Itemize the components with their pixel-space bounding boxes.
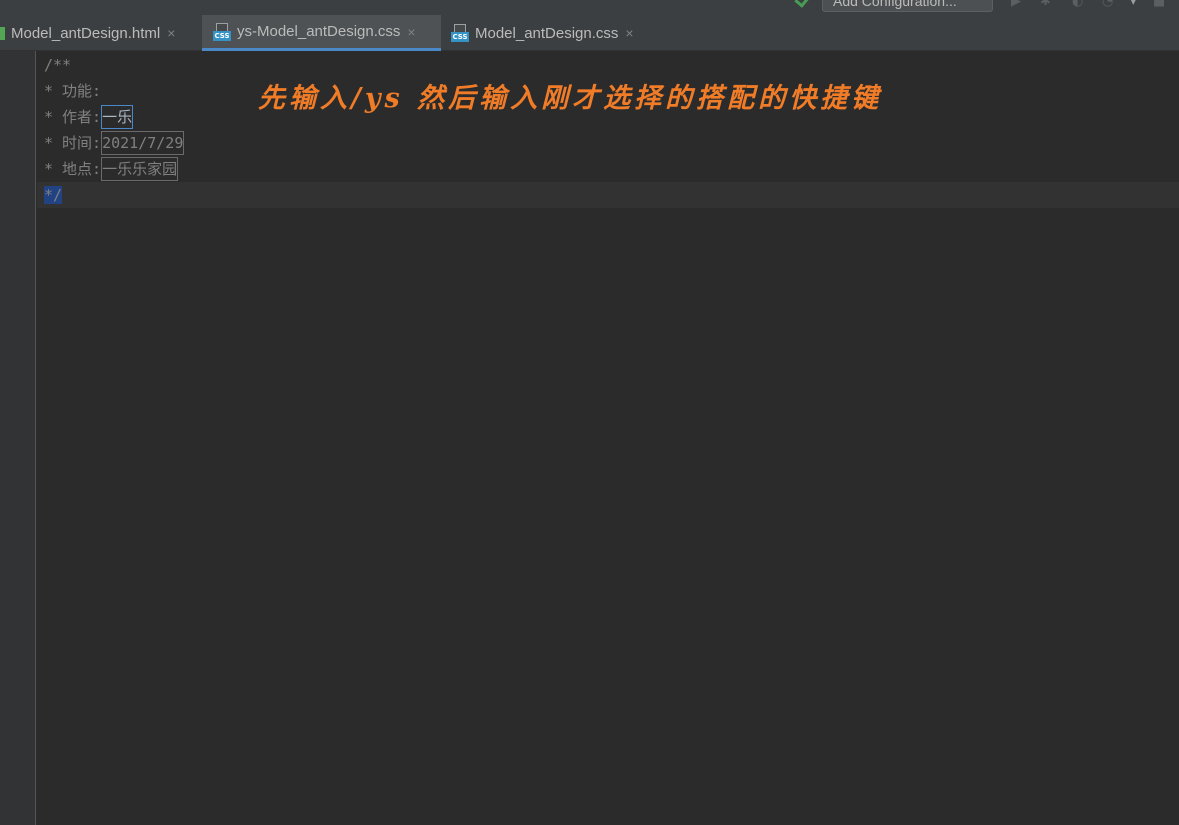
code-line-5: * 地点:一乐乐家园 (44, 156, 179, 182)
code-line-2: * 功能: (44, 82, 102, 100)
tab-label: ys-Model_antDesign.css (237, 23, 401, 40)
location-template-variable[interactable]: 一乐乐家园 (101, 157, 179, 181)
author-label: * 作者: (44, 108, 102, 126)
close-icon[interactable]: × (407, 24, 415, 40)
selected-comment-end[interactable]: */ (44, 186, 63, 204)
coverage-icon[interactable]: ◐ (1072, 0, 1083, 9)
tab-label: Model_antDesign.css (475, 24, 619, 42)
build-icon[interactable] (794, 0, 810, 8)
profile-icon[interactable]: ◔ (1102, 0, 1113, 9)
code-editor[interactable]: /** * 功能: * 作者:一乐 * 时间:2021/7/29 * 地点:一乐… (37, 51, 1179, 825)
stop-icon[interactable]: ■ (1153, 0, 1165, 9)
code-line-1: /** (44, 56, 72, 74)
code-line-3: * 作者:一乐 (44, 104, 134, 130)
main-toolbar: Add Configuration... ▶ ✱ ◐ ◔ ▾ ■ (0, 0, 1179, 15)
tab-model-antdesign-css[interactable]: CSS Model_antDesign.css × (441, 15, 661, 51)
editor-tab-bar: Model_antDesign.html × CSS ys-Model_antD… (0, 15, 1179, 51)
css-file-icon: CSS (451, 24, 469, 42)
close-icon[interactable]: × (167, 25, 175, 41)
time-label: * 时间: (44, 134, 102, 152)
location-label: * 地点: (44, 160, 102, 178)
tab-model-antdesign-html[interactable]: Model_antDesign.html × (0, 15, 202, 51)
author-template-variable[interactable]: 一乐 (101, 105, 134, 129)
html-file-icon (0, 26, 5, 40)
code-line-4: * 时间:2021/7/29 (44, 130, 185, 156)
tab-ys-model-antdesign-css[interactable]: CSS ys-Model_antDesign.css × (202, 15, 441, 51)
code-line-6: */ (37, 182, 1179, 208)
line-number-gutter[interactable] (0, 51, 36, 825)
css-file-icon: CSS (213, 22, 231, 41)
close-icon[interactable]: × (625, 25, 633, 41)
time-template-variable[interactable]: 2021/7/29 (101, 131, 185, 155)
debug-icon[interactable]: ✱ (1040, 0, 1051, 9)
tutorial-caption: 先输入/ys 然后输入刚才选择的搭配的快捷键 (258, 83, 883, 114)
tab-label: Model_antDesign.html (11, 24, 161, 42)
dropdown-icon[interactable]: ▾ (1130, 0, 1137, 9)
add-configuration-button[interactable]: Add Configuration... (822, 0, 993, 12)
run-icon[interactable]: ▶ (1011, 0, 1021, 9)
